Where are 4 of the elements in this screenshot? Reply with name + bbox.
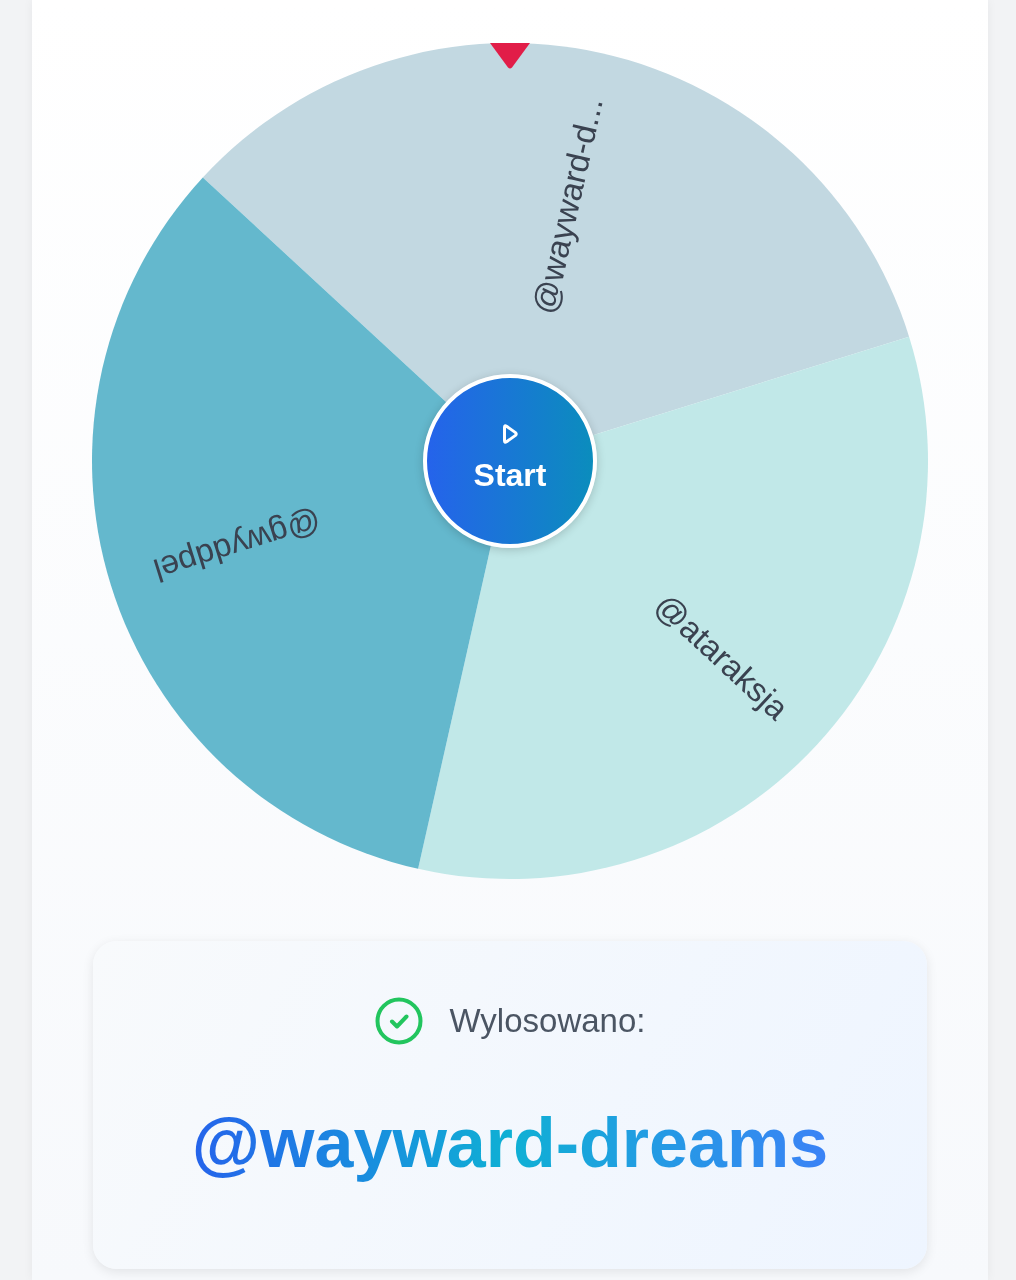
play-icon	[501, 423, 519, 445]
check-circle-icon	[374, 997, 423, 1045]
result-heading: Wylosowano:	[449, 1001, 646, 1041]
pointer-icon	[488, 43, 532, 69]
